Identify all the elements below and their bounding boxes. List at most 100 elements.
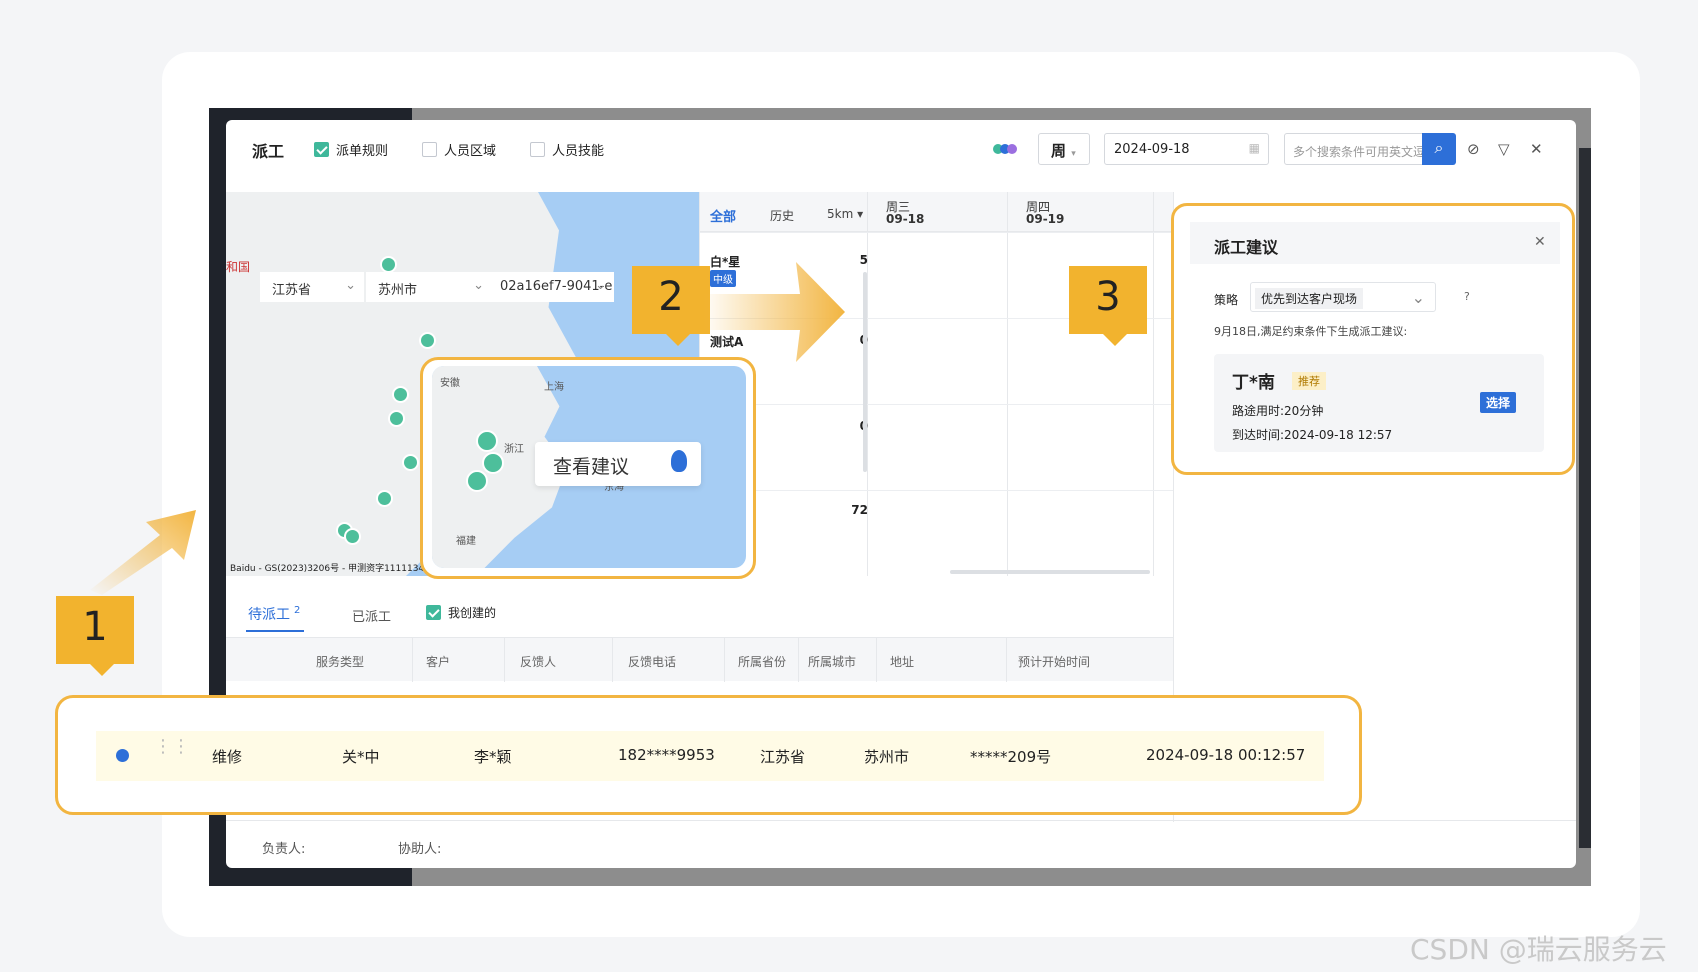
checkbox-label: 人员区域 xyxy=(444,144,497,159)
arrow-icon xyxy=(90,510,196,595)
suggestion-desc: 9月18日,满足约束条件下生成派工建议: xyxy=(1214,325,1408,338)
order-table-header: 服务类型 客户 反馈人 反馈电话 所属省份 所属城市 地址 预计开始时间 xyxy=(226,637,1173,682)
filter-distance-tab[interactable]: 5km ▾ xyxy=(827,207,863,221)
travel-time: 路途用时:20分钟 xyxy=(1232,404,1324,418)
order-city: 苏州市 xyxy=(864,748,910,766)
filter-history-tab[interactable]: 历史 xyxy=(770,207,794,224)
map-country-label: 和国 xyxy=(226,260,251,274)
checkbox-label: 派单规则 xyxy=(336,144,389,159)
strategy-select[interactable]: 优先到达客户现场 ⌄ xyxy=(1250,282,1436,312)
hide-icon[interactable]: ⊘ xyxy=(1467,140,1480,158)
distance-value: 72 xyxy=(851,503,868,517)
calendar-icon: ▦ xyxy=(1248,141,1260,155)
mine-checkbox[interactable]: 我创建的 xyxy=(426,604,496,621)
filter-all-tab[interactable]: 全部 xyxy=(710,206,736,225)
order-type: 维修 xyxy=(212,748,243,766)
schedule-panel: 全部 历史 5km ▾ 周三 09-18 周四 09-19 白*星 中级 5 测… xyxy=(699,192,1174,576)
skill-checkbox[interactable]: 人员技能 xyxy=(530,140,604,159)
column-header: 客户 xyxy=(426,655,451,669)
schedule-row[interactable]: 0 xyxy=(700,404,1174,490)
technician-pin-icon[interactable] xyxy=(482,452,504,474)
technician-pin-icon[interactable] xyxy=(419,332,436,349)
technician-pin-icon[interactable] xyxy=(466,470,488,492)
suggestion-panel: 派工建议 ✕ 策略 优先到达客户现场 ⌄ ? 9月18日,满足约束条件下生成派工… xyxy=(1171,203,1575,475)
order-feedback: 李*颖 xyxy=(474,748,512,766)
order-select[interactable]: 02a16ef7-9041-e ⌄ xyxy=(488,272,614,302)
select-button[interactable]: 选择 xyxy=(1480,392,1517,413)
tab-assigned[interactable]: 已派工 xyxy=(352,606,391,625)
order-province: 江苏省 xyxy=(760,748,806,766)
search-button[interactable]: ⌕ xyxy=(1422,133,1456,165)
dialog-toolbar: 派工 派单规则 人员区域 人员技能 周 ▾ 2024-09-18 ▦ 多个搜索条件… xyxy=(226,120,1576,178)
column-header: 服务类型 xyxy=(316,655,365,669)
page-scrollbar[interactable] xyxy=(1579,148,1591,848)
schedule-hscroll[interactable] xyxy=(950,570,1150,574)
checkbox-label: 人员技能 xyxy=(552,144,605,159)
day-date: 09-18 xyxy=(886,212,925,226)
dialog-footer: 负责人: 协助人: xyxy=(226,820,1576,868)
technician-pin-icon[interactable] xyxy=(476,430,498,452)
help-icon[interactable]: ? xyxy=(1464,290,1470,303)
callout-marker: 2 xyxy=(632,266,710,346)
map-label: 浙江 xyxy=(504,444,524,455)
checkbox-icon[interactable] xyxy=(530,142,545,157)
technician-pin-icon[interactable] xyxy=(388,410,405,427)
order-row[interactable]: ⋮⋮ 维修 关*中 李*颖 182****9953 江苏省 苏州市 *****2… xyxy=(96,731,1324,781)
lightbulb-icon xyxy=(671,450,687,472)
rule-checkbox[interactable]: 派单规则 xyxy=(314,140,388,159)
map-label: 福建 xyxy=(456,536,476,547)
suggested-person: 丁*南 xyxy=(1232,373,1275,393)
filter-icon[interactable]: ▽ xyxy=(1498,140,1510,158)
column-header: 地址 xyxy=(890,655,915,669)
technician-pin-icon[interactable] xyxy=(402,454,419,471)
assist-label: 协助人: xyxy=(398,842,442,857)
date-picker[interactable]: 2024-09-18 ▦ xyxy=(1104,133,1269,165)
order-tabs: 待派工 2 已派工 我创建的 xyxy=(226,590,1173,636)
recommend-badge: 推荐 xyxy=(1292,372,1326,390)
status-dot-icon xyxy=(116,749,129,762)
tip-label: 查看建议 xyxy=(553,456,630,478)
order-phone: 182****9953 xyxy=(618,746,715,764)
area-checkbox[interactable]: 人员区域 xyxy=(422,140,496,159)
view-suggestion-tip[interactable]: 查看建议 xyxy=(535,442,701,486)
owner-label: 负责人: xyxy=(262,842,306,857)
technician-pin-icon[interactable] xyxy=(344,528,361,545)
day-date: 09-19 xyxy=(1026,212,1065,226)
map-label: 上海 xyxy=(544,382,564,393)
technician-pin-icon[interactable] xyxy=(376,490,393,507)
order-address: *****209号 xyxy=(970,748,1052,766)
arrow-icon xyxy=(700,262,845,362)
drag-handle-icon[interactable]: ⋮⋮ xyxy=(154,738,190,756)
close-icon[interactable]: ✕ xyxy=(1530,140,1543,158)
map-label: 安徽 xyxy=(440,378,460,389)
column-header: 所属省份 xyxy=(738,655,787,669)
distance-value: 5 xyxy=(859,253,868,267)
suggestion-card[interactable]: 丁*南 推荐 路途用时:20分钟 到达时间:2024-09-18 12:57 选… xyxy=(1214,354,1544,452)
checkbox-icon[interactable] xyxy=(422,142,437,157)
column-header: 所属城市 xyxy=(808,655,857,669)
callout-marker: 3 xyxy=(1069,266,1147,346)
suggestion-title: 派工建议 xyxy=(1214,238,1279,257)
schedule-vscroll[interactable] xyxy=(863,272,867,472)
callout-marker: 1 xyxy=(56,596,134,676)
order-start-time: 2024-09-18 00:12:57 xyxy=(1146,746,1306,764)
arrive-time: 到达时间:2024-09-18 12:57 xyxy=(1232,428,1393,442)
technician-pin-icon[interactable] xyxy=(380,256,397,273)
active-tab-indicator xyxy=(246,630,304,632)
map-attribution: Baidu - GS(2023)3206号 - 甲测资字11111342 - xyxy=(230,564,436,574)
checkbox-checked-icon[interactable] xyxy=(314,142,329,157)
schedule-row[interactable]: 72 xyxy=(700,490,1174,576)
checkbox-checked-icon[interactable] xyxy=(426,605,441,620)
technician-pin-icon[interactable] xyxy=(392,386,409,403)
status-legend-icon[interactable] xyxy=(993,144,1017,154)
view-mode-select[interactable]: 周 ▾ xyxy=(1038,133,1090,165)
city-select[interactable]: 苏州市 ⌄ xyxy=(366,272,492,302)
column-header: 预计开始时间 xyxy=(1018,655,1091,669)
dialog-title: 派工 xyxy=(252,142,285,161)
close-icon[interactable]: ✕ xyxy=(1534,234,1546,250)
order-customer: 关*中 xyxy=(342,748,380,766)
chevron-down-icon: ⌄ xyxy=(1411,288,1425,307)
column-header: 反馈电话 xyxy=(628,655,677,669)
tab-pending[interactable]: 待派工 2 xyxy=(248,604,300,624)
province-select[interactable]: 江苏省 ⌄ xyxy=(260,272,364,302)
